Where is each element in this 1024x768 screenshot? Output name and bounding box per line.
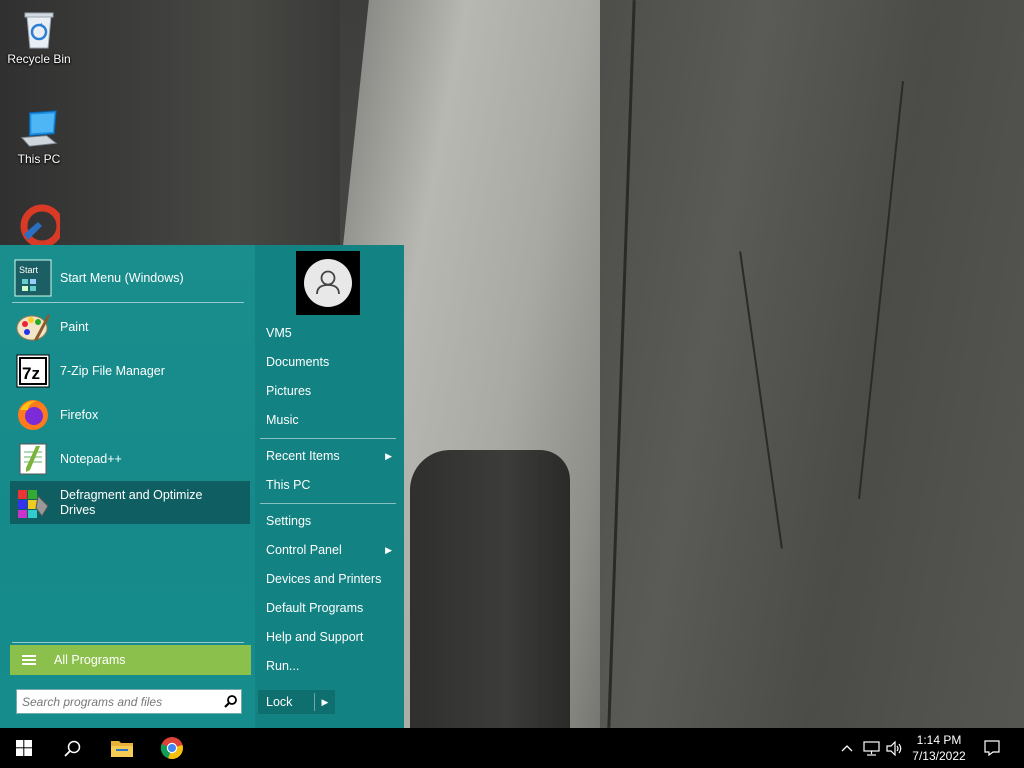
network-tray-button[interactable] bbox=[860, 728, 882, 768]
places-separator bbox=[260, 438, 396, 439]
places-devices-printers[interactable]: Devices and Printers bbox=[266, 568, 398, 590]
places-separator bbox=[260, 503, 396, 504]
start-menu-places-pane: VM5 Documents Pictures Music Recent Item… bbox=[255, 245, 404, 728]
program-7zip[interactable]: 7z 7-Zip File Manager bbox=[10, 349, 250, 393]
desktop-icon-this-pc[interactable]: This PC bbox=[1, 108, 77, 166]
taskbar-file-explorer[interactable] bbox=[98, 728, 146, 768]
lock-button: Lock ▶ bbox=[258, 690, 335, 714]
places-this-pc[interactable]: This PC bbox=[266, 474, 398, 496]
chevron-up-icon bbox=[841, 745, 853, 752]
programs-separator bbox=[12, 642, 244, 643]
taskbar-clock[interactable]: 1:14 PM 7/13/2022 bbox=[904, 732, 974, 764]
show-hidden-icons-button[interactable] bbox=[838, 728, 856, 768]
taskbar: 1:14 PM 7/13/2022 bbox=[0, 728, 1024, 768]
search-box bbox=[16, 689, 242, 714]
clock-date: 7/13/2022 bbox=[912, 749, 966, 763]
programs-separator bbox=[12, 302, 244, 303]
search-icon bbox=[63, 740, 80, 757]
program-start-menu-windows[interactable]: Start Start Menu (Windows) bbox=[10, 256, 250, 300]
program-label: Firefox bbox=[60, 407, 99, 422]
computer-icon bbox=[18, 108, 60, 150]
program-label: 7-Zip File Manager bbox=[60, 363, 165, 378]
list-icon bbox=[22, 653, 36, 667]
lock-button-label[interactable]: Lock bbox=[258, 695, 314, 709]
places-help-support[interactable]: Help and Support bbox=[266, 626, 398, 648]
desktop-icon-recycle-bin[interactable]: Recycle Bin bbox=[1, 8, 77, 66]
program-defragment-drives[interactable]: Defragment and Optimize Drives bbox=[10, 481, 250, 524]
folder-icon bbox=[111, 741, 133, 757]
places-recent-items[interactable]: Recent Items ▶ bbox=[266, 445, 398, 467]
ccleaner-icon bbox=[18, 204, 60, 246]
program-label: Notepad++ bbox=[60, 451, 122, 466]
start-button[interactable] bbox=[0, 728, 48, 768]
program-label: Start Menu (Windows) bbox=[60, 270, 184, 285]
desktop-icon-label: Recycle Bin bbox=[7, 52, 71, 66]
submenu-arrow-icon: ▶ bbox=[385, 451, 392, 461]
program-notepad-plus-plus[interactable]: Notepad++ bbox=[10, 437, 250, 481]
places-control-panel[interactable]: Control Panel ▶ bbox=[266, 539, 398, 561]
places-default-programs[interactable]: Default Programs bbox=[266, 597, 398, 619]
program-firefox[interactable]: Firefox bbox=[10, 393, 250, 437]
places-music[interactable]: Music bbox=[266, 409, 398, 431]
power-options-arrow-icon[interactable]: ▶ bbox=[315, 697, 335, 708]
defrag-icon bbox=[14, 484, 52, 522]
firefox-icon bbox=[14, 396, 52, 434]
all-programs-button[interactable]: All Programs bbox=[10, 645, 251, 675]
action-center-button[interactable] bbox=[974, 728, 1010, 768]
clock-time: 1:14 PM bbox=[916, 733, 962, 747]
user-avatar[interactable] bbox=[296, 251, 360, 315]
desktop-icon-label: This PC bbox=[17, 152, 61, 166]
all-programs-label: All Programs bbox=[54, 653, 126, 667]
chrome-icon bbox=[160, 737, 183, 760]
svg-text:Start: Start bbox=[19, 265, 39, 275]
start-menu-app-icon: Start bbox=[14, 259, 52, 297]
7zip-icon: 7z bbox=[14, 352, 52, 390]
taskbar-search-button[interactable] bbox=[48, 728, 96, 768]
notification-icon bbox=[984, 740, 1000, 756]
places-documents[interactable]: Documents bbox=[266, 351, 398, 373]
places-pictures[interactable]: Pictures bbox=[266, 380, 398, 402]
program-label: Paint bbox=[60, 319, 89, 334]
places-run[interactable]: Run... bbox=[266, 655, 398, 677]
program-paint[interactable]: Paint bbox=[10, 305, 250, 349]
search-input[interactable] bbox=[22, 691, 219, 712]
speaker-icon bbox=[886, 740, 902, 756]
recycle-bin-icon bbox=[18, 8, 60, 50]
desktop-icon-ccleaner[interactable] bbox=[1, 204, 77, 248]
taskbar-chrome[interactable] bbox=[148, 728, 196, 768]
program-label: Defragment and Optimize Drives bbox=[60, 487, 203, 517]
user-icon bbox=[304, 259, 352, 307]
paint-icon bbox=[14, 308, 52, 346]
start-menu-programs-pane: Start Start Menu (Windows) Paint 7z 7-Zi… bbox=[0, 245, 255, 728]
volume-tray-button[interactable] bbox=[884, 728, 906, 768]
places-user[interactable]: VM5 bbox=[266, 322, 398, 344]
windows-logo-icon bbox=[16, 740, 32, 756]
search-icon[interactable] bbox=[219, 695, 241, 708]
network-icon bbox=[862, 740, 880, 756]
submenu-arrow-icon: ▶ bbox=[385, 545, 392, 555]
start-menu: Start Start Menu (Windows) Paint 7z 7-Zi… bbox=[0, 245, 404, 728]
places-settings[interactable]: Settings bbox=[266, 510, 398, 532]
svg-text:7z: 7z bbox=[22, 364, 40, 383]
notepad-plus-plus-icon bbox=[14, 440, 52, 478]
